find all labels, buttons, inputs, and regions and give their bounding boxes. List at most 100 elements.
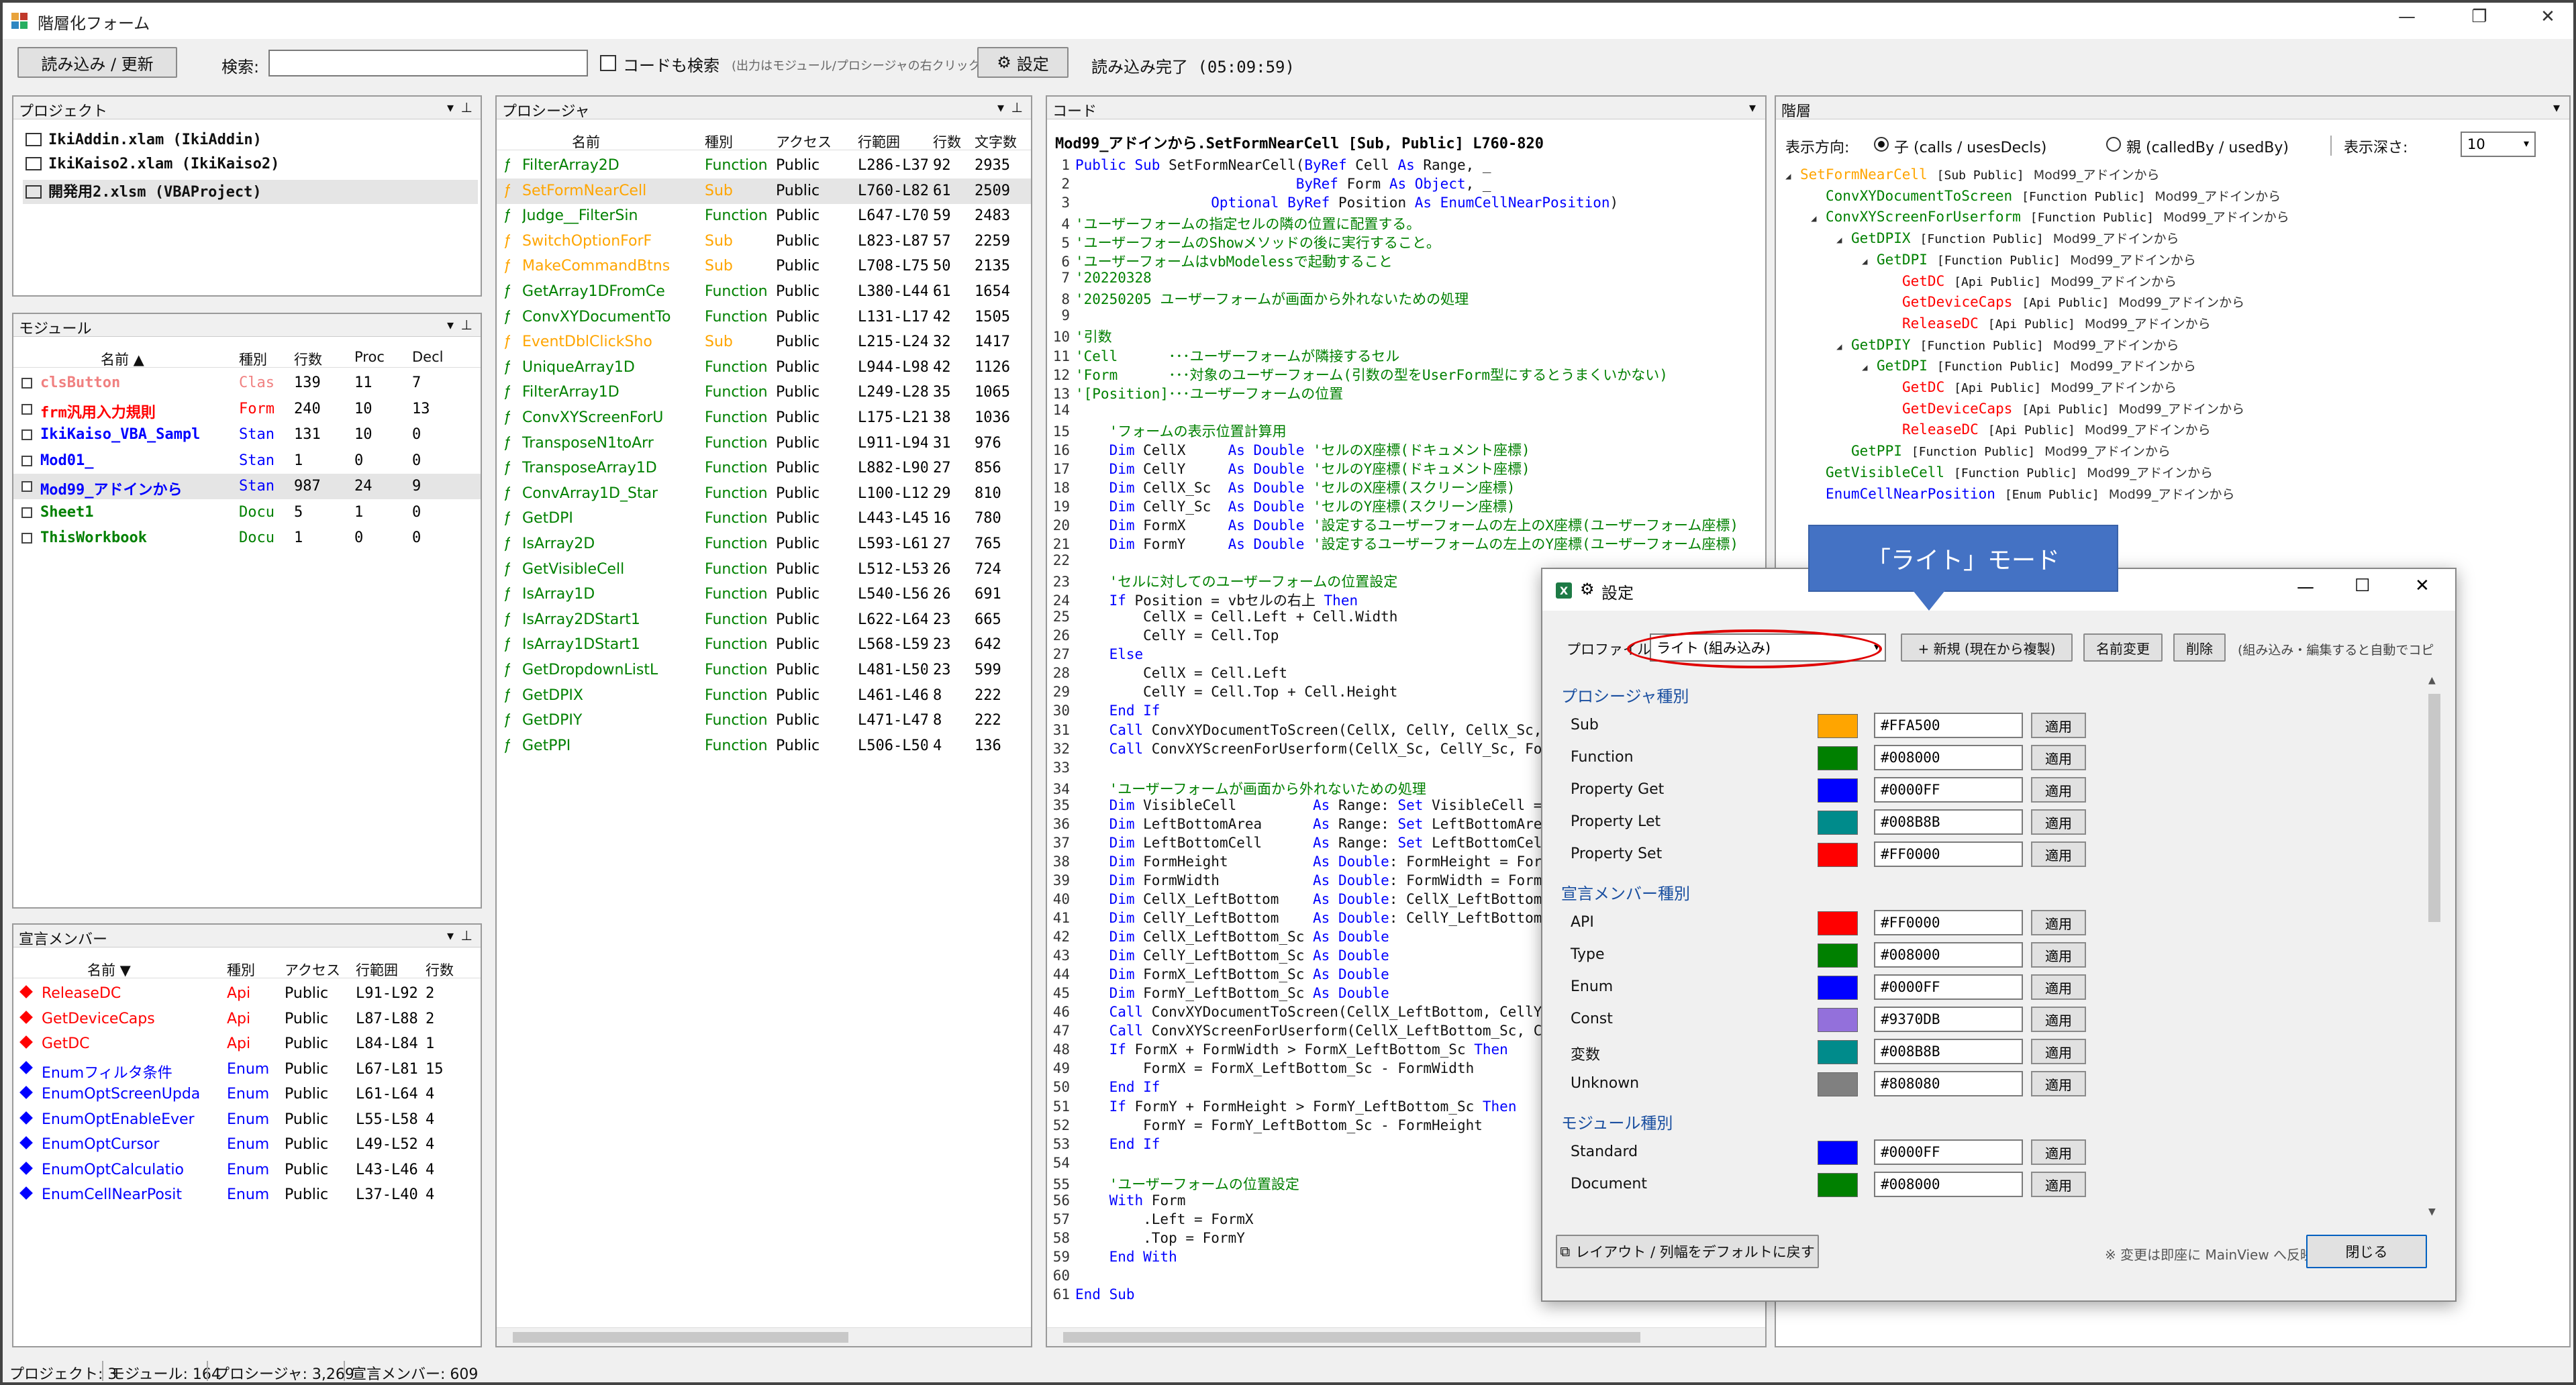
procedure-row[interactable]: ƒ IsArray2D Function Public L593-L61 27 765 (497, 531, 1031, 557)
project-item[interactable]: IkiKaiso2.xlam (IkiKaiso2) (26, 156, 279, 180)
apply-button[interactable]: 適用 (2031, 910, 2086, 935)
col-name[interactable]: 名前 ▲ (101, 349, 144, 369)
declaration-row[interactable]: EnumOptCursor Enum Public L49-L52 4 (13, 1132, 481, 1158)
col-range[interactable]: 行範囲 (858, 132, 900, 152)
color-swatch[interactable] (1818, 714, 1858, 738)
tree-node[interactable]: ◢ GetDPIY [Function Public] Mod99_アドインから (1836, 336, 2179, 357)
dialog-maximize-button[interactable]: ☐ (2355, 576, 2370, 596)
expand-arrow-icon[interactable]: ◢ (1811, 213, 1826, 224)
col-kind[interactable]: 種別 (227, 960, 255, 980)
expand-arrow-icon[interactable]: ◢ (1785, 171, 1800, 182)
module-row[interactable]: Mod99_アドインから Stan 987 24 9 (13, 474, 481, 499)
tree-node[interactable]: GetPPI [Function Public] Mod99_アドインから (1836, 442, 2171, 463)
color-swatch[interactable] (1818, 1173, 1858, 1197)
tree-node[interactable]: ReleaseDC [Api Public] Mod99_アドインから (1887, 314, 2211, 336)
declaration-row[interactable]: EnumOptCalculatio Enum Public L43-L46 4 (13, 1158, 481, 1183)
hex-input[interactable]: #008B8B (1874, 809, 2023, 835)
color-swatch[interactable] (1818, 1072, 1858, 1096)
procedure-row[interactable]: ƒ MakeCommandBtns Sub Public L708-L75 50 2135 (497, 254, 1031, 279)
procedure-row[interactable]: ƒ SetFormNearCell Sub Public L760-L820 61 2509 (497, 178, 1031, 204)
procedure-row[interactable]: ƒ TransposeArray1D Function Public L882-L90 2… (497, 456, 1031, 481)
module-row[interactable]: IkiKaiso_VBA_Sampl Stan 131 10 0 (13, 422, 481, 448)
tree-node[interactable]: GetVisibleCell [Function Public] Mod99_アドイ… (1811, 463, 2213, 484)
procedure-row[interactable]: ƒ FilterArray2D Function Public L286-L37 92 29… (497, 153, 1031, 178)
tree-node[interactable]: ◢ GetDPIX [Function Public] Mod99_アドインから (1836, 229, 2179, 250)
apply-button[interactable]: 適用 (2031, 745, 2086, 770)
col-range[interactable]: 行範囲 (356, 960, 398, 980)
declaration-row[interactable]: EnumCellNearPosit Enum Public L37-L40 4 (13, 1182, 481, 1208)
scroll-thumb[interactable] (1063, 1332, 1640, 1343)
new-profile-button[interactable]: + 新規 (現在から複製) (1901, 633, 2073, 662)
col-decl[interactable]: Decl (412, 349, 443, 365)
procedure-row[interactable]: ƒ ConvArray1D_Star Function Public L100-L12 2… (497, 481, 1031, 507)
apply-button[interactable]: 適用 (2031, 809, 2086, 835)
delete-button[interactable]: 削除 (2173, 633, 2226, 662)
hex-input[interactable]: #FF0000 (1874, 910, 2023, 935)
module-row[interactable]: Mod01_ Stan 1 0 0 (13, 448, 481, 474)
col-lines[interactable]: 行数 (426, 960, 454, 980)
apply-button[interactable]: 適用 (2031, 1139, 2086, 1165)
hex-input[interactable]: #0000FF (1874, 777, 2023, 803)
col-lines[interactable]: 行数 (933, 132, 961, 152)
tree-node[interactable]: ◢ ConvXYScreenForUserform [Function Public… (1811, 207, 2289, 229)
module-row[interactable]: clsButton Clas 139 11 7 (13, 370, 481, 396)
procedure-row[interactable]: ƒ GetDropdownListL Function Public L481-L50 2… (497, 658, 1031, 683)
module-row[interactable]: frm汎用入力規則 Form 240 10 13 (13, 397, 481, 422)
procedure-row[interactable]: ƒ SwitchOptionForF Sub Public L823-L87 57 2259 (497, 229, 1031, 254)
reset-layout-button[interactable]: ⧉ レイアウト / 列幅をデフォルトに戻す (1556, 1235, 1819, 1268)
procedure-row[interactable]: ƒ GetDPIY Function Public L471-L47 8 222 (497, 708, 1031, 733)
procedure-row[interactable]: ƒ GetDPIX Function Public L461-L46 8 222 (497, 683, 1031, 709)
color-swatch[interactable] (1818, 943, 1858, 968)
declaration-row[interactable]: ReleaseDC Api Public L91-L92 2 (13, 981, 481, 1007)
scroll-up-icon[interactable]: ▲ (2428, 675, 2436, 686)
procedure-row[interactable]: ƒ FilterArray1D Function Public L249-L28 35 10… (497, 380, 1031, 405)
depth-select[interactable]: 10 ▾ (2461, 132, 2536, 157)
procedure-hscrollbar[interactable] (497, 1327, 1031, 1346)
apply-button[interactable]: 適用 (2031, 713, 2086, 738)
rename-button[interactable]: 名前変更 (2083, 633, 2163, 662)
hex-input[interactable]: #9370DB (1874, 1007, 2023, 1032)
col-name[interactable]: 名前 (572, 132, 600, 152)
apply-button[interactable]: 適用 (2031, 1007, 2086, 1032)
dropdown-icon[interactable]: ▾ (997, 99, 1004, 115)
hex-input[interactable]: #008000 (1874, 1172, 2023, 1197)
pin-icon[interactable]: ⊥ (1011, 99, 1023, 115)
pin-icon[interactable]: ⊥ (461, 317, 473, 333)
pin-icon[interactable]: ⊥ (461, 99, 473, 115)
apply-button[interactable]: 適用 (2031, 1039, 2086, 1064)
tree-node[interactable]: GetDC [Api Public] Mod99_アドインから (1887, 378, 2177, 399)
procedure-row[interactable]: ƒ Judge__FilterSin Function Public L647-L70 5… (497, 203, 1031, 229)
radio-child[interactable] (1874, 137, 1889, 152)
color-swatch[interactable] (1818, 1008, 1858, 1032)
expand-arrow-icon[interactable]: ◢ (1862, 256, 1877, 267)
dropdown-icon[interactable]: ▾ (447, 99, 454, 115)
tree-node[interactable]: EnumCellNearPosition [Enum Public] Mod99_ア… (1811, 484, 2235, 506)
color-swatch[interactable] (1818, 1040, 1858, 1064)
hex-input[interactable]: #008000 (1874, 942, 2023, 968)
tree-node[interactable]: ◢ GetDPI [Function Public] Mod99_アドインから (1862, 356, 2196, 378)
apply-button[interactable]: 適用 (2031, 777, 2086, 803)
declaration-row[interactable]: Enumフィルタ条件 Enum Public L67-L81 15 (13, 1057, 481, 1082)
procedure-row[interactable]: ƒ GetVisibleCell Function Public L512-L53 26 7… (497, 557, 1031, 582)
declaration-row[interactable]: EnumOptEnableEver Enum Public L55-L58 4 (13, 1107, 481, 1133)
dropdown-icon[interactable]: ▾ (447, 927, 454, 943)
tree-node[interactable]: ◢ SetFormNearCell [Sub Public] Mod99_アドインから (1785, 165, 2159, 187)
tree-node[interactable]: GetDC [Api Public] Mod99_アドインから (1887, 272, 2177, 293)
scroll-thumb[interactable] (513, 1332, 848, 1343)
col-access[interactable]: アクセス (776, 132, 832, 152)
col-proc[interactable]: Proc (354, 349, 385, 365)
reload-button[interactable]: 読み込み / 更新 (17, 47, 177, 78)
module-row[interactable]: Sheet1 Docu 5 1 0 (13, 500, 481, 525)
procedure-row[interactable]: ƒ ConvXYDocumentTo Function Public L131-L17 4… (497, 305, 1031, 330)
procedure-row[interactable]: ƒ GetArray1DFromCe Function Public L380-L44 6… (497, 279, 1031, 305)
hex-input[interactable]: #FF0000 (1874, 841, 2023, 867)
procedure-row[interactable]: ƒ IsArray1DStart1 Function Public L568-L59 23… (497, 632, 1031, 658)
procedure-row[interactable]: ƒ TransposeN1toArr Function Public L911-L94 3… (497, 431, 1031, 456)
dropdown-icon[interactable]: ▾ (2553, 99, 2560, 115)
tree-node[interactable]: GetDeviceCaps [Api Public] Mod99_アドインから (1887, 399, 2244, 421)
tree-node[interactable]: ◢ GetDPI [Function Public] Mod99_アドインから (1862, 250, 2196, 272)
code-search-checkbox[interactable] (600, 55, 616, 71)
color-swatch[interactable] (1818, 843, 1858, 867)
minimize-button[interactable]: — (2387, 7, 2427, 27)
dialog-close-button[interactable]: ✕ (2415, 576, 2430, 596)
